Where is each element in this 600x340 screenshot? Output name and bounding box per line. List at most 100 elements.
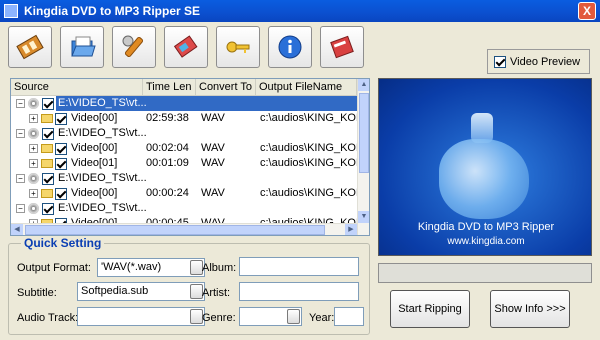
tree-disc-row[interactable]: − E:\VIDEO_TS\vt... — [11, 96, 357, 111]
dvd-disc-icon — [28, 98, 39, 109]
row-convert-to — [201, 171, 256, 186]
expand-icon[interactable]: + — [29, 114, 38, 123]
genre-label: Genre: — [202, 312, 236, 324]
col-time-len[interactable]: Time Len — [143, 79, 196, 95]
album-label: Album: — [202, 262, 237, 274]
folder-icon — [41, 189, 53, 198]
row-convert-to: WAV — [201, 157, 225, 169]
col-output-filename[interactable]: Output FileName — [256, 79, 357, 95]
wrench-icon — [119, 32, 149, 62]
preview-title: Kingdia DVD to MP3 Ripper — [417, 221, 555, 233]
info-icon — [275, 32, 305, 62]
scroll-left-icon[interactable]: ◀ — [11, 224, 23, 235]
row-output-filename — [260, 171, 357, 186]
tree-vertical-scrollbar[interactable]: ▲ ▼ — [357, 79, 369, 235]
open-button[interactable] — [60, 26, 104, 68]
artist-label: Artist: — [202, 287, 231, 299]
row-checkbox[interactable] — [55, 143, 67, 155]
app-icon — [4, 4, 18, 18]
folder-icon — [41, 159, 53, 168]
row-source: Video[00] — [71, 112, 118, 124]
subtitle-select[interactable]: Softpedia.sub — [77, 282, 205, 301]
row-checkbox[interactable] — [55, 113, 67, 125]
audio-track-label: Audio Track: — [17, 312, 79, 324]
col-convert-to[interactable]: Convert To — [196, 79, 256, 95]
title-bar[interactable]: Kingdia DVD to MP3 Ripper SE X — [0, 0, 600, 22]
row-time-len — [146, 126, 196, 141]
year-input[interactable] — [334, 307, 364, 326]
row-checkbox[interactable] — [42, 98, 54, 110]
start-ripping-button[interactable]: Start Ripping — [390, 290, 470, 328]
tree-disc-row[interactable]: − E:\VIDEO_TS\vt... — [11, 126, 357, 141]
dvd-disc-icon — [28, 173, 39, 184]
film-strip-button[interactable] — [8, 26, 52, 68]
scroll-up-icon[interactable]: ▲ — [358, 79, 369, 91]
tree-header: Source Time Len Convert To Output FileNa… — [11, 79, 357, 96]
preview-url: www.kingdia.com — [447, 236, 525, 247]
card-button[interactable] — [164, 26, 208, 68]
video-preview-panel: Kingdia DVD to MP3 Ripper www.kingdia.co… — [378, 78, 592, 256]
row-time-len — [146, 96, 196, 111]
hscroll-thumb[interactable] — [25, 225, 325, 235]
key-icon — [223, 32, 253, 62]
video-preview-checkbox[interactable] — [494, 55, 506, 68]
row-checkbox[interactable] — [42, 203, 54, 215]
quick-setting-title: Quick Setting — [21, 236, 105, 250]
row-checkbox[interactable] — [42, 128, 54, 140]
folder-icon — [41, 144, 53, 153]
row-checkbox[interactable] — [55, 188, 67, 200]
help-button[interactable] — [320, 26, 364, 68]
col-source[interactable]: Source — [11, 79, 143, 95]
artist-input[interactable] — [239, 282, 359, 301]
expand-icon[interactable]: − — [16, 174, 25, 183]
tree-horizontal-scrollbar[interactable]: ◀ ▶ — [11, 223, 357, 235]
close-button[interactable]: X — [578, 2, 596, 20]
source-tree[interactable]: Source Time Len Convert To Output FileNa… — [10, 78, 370, 236]
audio-track-select[interactable] — [77, 307, 205, 326]
about-button[interactable] — [268, 26, 312, 68]
show-info-button[interactable]: Show Info >>> — [490, 290, 570, 328]
dvd-disc-icon — [28, 128, 39, 139]
tree-video-row[interactable]: + Video[00] 02:59:38 WAV c:\audios\KING_KONG… — [11, 111, 357, 126]
row-output-filename — [260, 96, 357, 111]
tree-disc-row[interactable]: − E:\VIDEO_TS\vt... — [11, 201, 357, 216]
row-convert-to: WAV — [201, 187, 225, 199]
scroll-down-icon[interactable]: ▼ — [358, 211, 369, 223]
row-checkbox[interactable] — [42, 173, 54, 185]
expand-icon[interactable]: + — [29, 189, 38, 198]
row-source: Video[01] — [71, 157, 118, 169]
expand-icon[interactable]: − — [16, 204, 25, 213]
scroll-right-icon[interactable]: ▶ — [345, 224, 357, 235]
row-convert-to: WAV — [201, 142, 225, 154]
scroll-thumb[interactable] — [359, 93, 369, 173]
genre-select[interactable] — [239, 307, 302, 326]
tree-video-row[interactable]: + Video[01] 00:01:09 WAV c:\audios\KING_KONG… — [11, 156, 357, 171]
expand-icon[interactable]: + — [29, 144, 38, 153]
tree-disc-row[interactable]: − E:\VIDEO_TS\vt... — [11, 171, 357, 186]
year-label: Year: — [309, 312, 335, 324]
dvd-disc-icon — [28, 203, 39, 214]
genre-dropdown-icon[interactable] — [287, 309, 300, 324]
video-preview-toggle[interactable]: Video Preview — [487, 49, 590, 74]
card-icon — [171, 32, 201, 62]
book-icon — [327, 32, 357, 62]
settings-button[interactable] — [112, 26, 156, 68]
register-button[interactable] — [216, 26, 260, 68]
row-time-len — [146, 171, 196, 186]
subtitle-value: Softpedia.sub — [81, 285, 149, 297]
tree-video-row[interactable]: + Video[00] 00:00:24 WAV c:\audios\KING_KONG… — [11, 186, 357, 201]
output-format-select[interactable]: 'WAV(*.wav) — [97, 258, 205, 277]
row-time-len — [146, 201, 196, 216]
row-output-filename — [260, 201, 357, 216]
progress-bar — [378, 263, 592, 283]
album-input[interactable] — [239, 257, 359, 276]
tree-video-row[interactable]: + Video[00] 00:02:04 WAV c:\audios\KING_KONG… — [11, 141, 357, 156]
expand-icon[interactable]: − — [16, 99, 25, 108]
row-output-filename: c:\audios\KING_KONG1 — [260, 112, 357, 124]
subtitle-label: Subtitle: — [17, 287, 57, 299]
row-source: E:\VIDEO_TS\vt... — [56, 96, 149, 111]
expand-icon[interactable]: − — [16, 129, 25, 138]
output-format-label: Output Format: — [17, 262, 91, 274]
row-checkbox[interactable] — [55, 158, 67, 170]
expand-icon[interactable]: + — [29, 159, 38, 168]
